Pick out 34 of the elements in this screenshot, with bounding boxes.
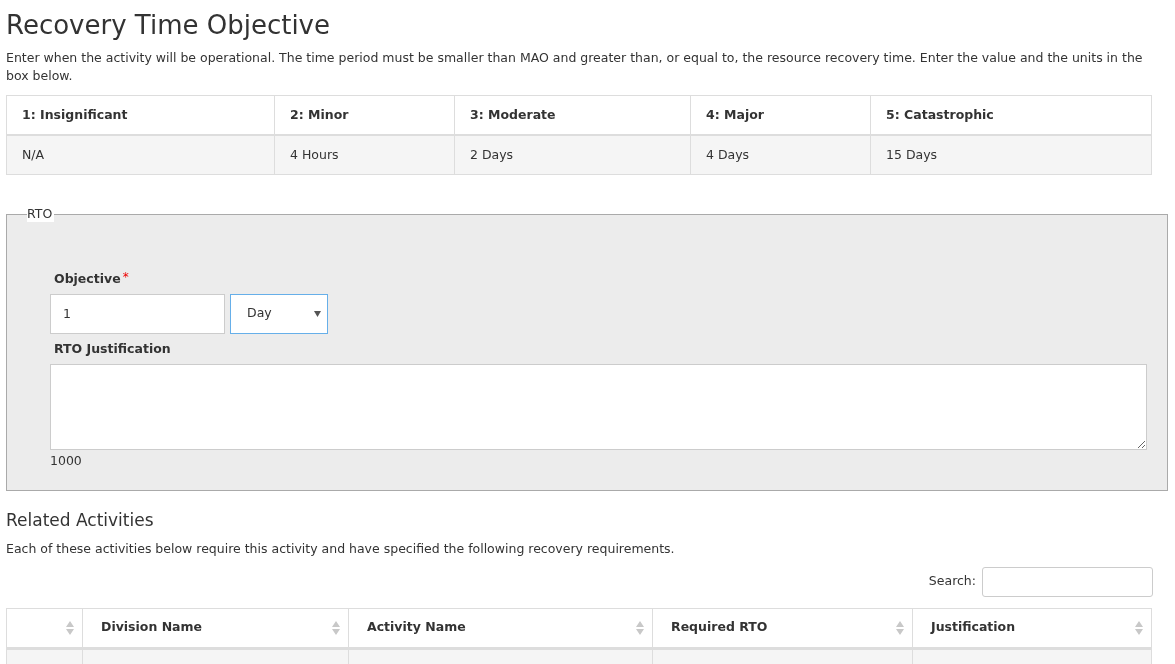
table-cell: 15 Days [870,136,1151,174]
column-header: 4: Major [690,96,870,134]
caret-icon [314,310,321,317]
column-header: 5: Catastrophic [870,96,1151,134]
column-header[interactable]: Division Name [82,608,348,647]
sort-icon [1135,620,1143,635]
table-cell: 4 Days [690,136,870,174]
column-header: 1: Insignificant [21,105,129,124]
search-field[interactable] [982,566,1153,597]
sort-icon [896,620,904,635]
table-cell: 4 Hours [274,136,454,174]
column-header: 3: Moderate [454,96,690,134]
sort-icon [66,620,74,635]
panel-legend: RTO [27,206,55,222]
table-cell: 2 Days [454,136,690,174]
unit-select[interactable]: Day [230,293,328,334]
page-title: Recovery Time Objective [6,9,331,42]
field-label: RTO Justification [54,339,172,358]
justification-textarea[interactable] [50,363,1147,450]
section-description: Each of these activities below require this activity and have specified the following recovery requirements. [6,540,676,558]
sort-icon [636,620,644,635]
required-marker: * [122,271,129,284]
column-header: 2: Minor [274,96,454,134]
intro-text: Enter when the activity will be operational. The time period must be smaller than MAO and greater than, or equal to, the resource recovery time. Enter the value and the units in the box below. [6,49,1144,85]
table-cell-text: N/A [21,145,46,164]
objective-input[interactable]: 1 [50,293,225,334]
field-label: Objective [54,270,121,288]
character-count: 1000 [50,451,83,470]
search-label: Search: [928,572,976,591]
section-title: Related Activities [6,509,155,531]
column-header[interactable]: Justification [912,608,1151,647]
column-header[interactable]: Activity Name [348,608,652,647]
column-header[interactable]: Required RTO [652,608,912,647]
sort-icon [332,620,340,635]
